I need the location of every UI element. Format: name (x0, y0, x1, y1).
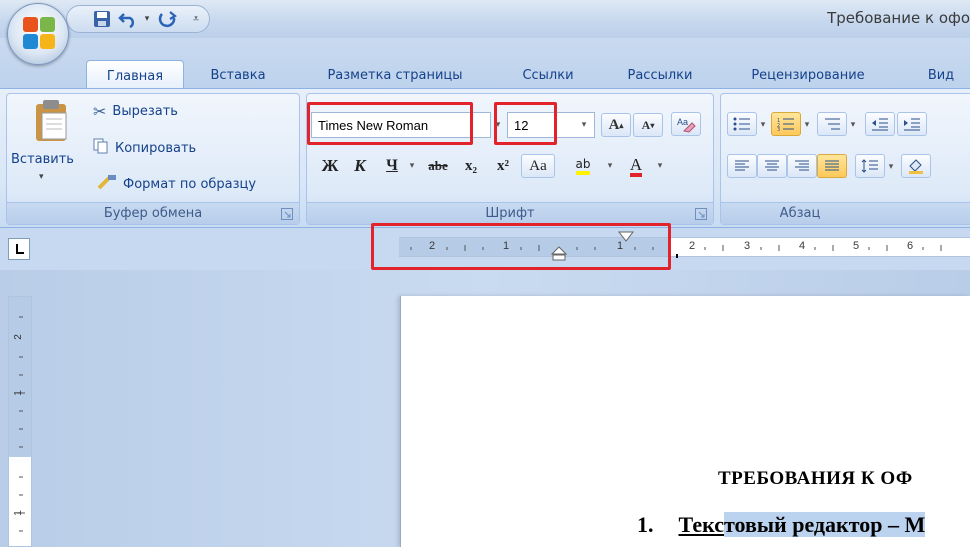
clipboard-launcher-icon[interactable] (281, 208, 293, 220)
font-name-highlight (307, 102, 473, 145)
vertical-ruler-number: 1 (13, 510, 24, 516)
tab-references[interactable]: Ссылки (500, 60, 596, 90)
tab-review[interactable]: Рецензирование (738, 60, 878, 90)
clipboard-group-label: Буфер обмена (7, 202, 299, 224)
copy-button[interactable]: Копировать (93, 138, 196, 158)
bullets-dropdown-icon[interactable]: ▾ (757, 113, 769, 137)
justify-icon[interactable] (817, 154, 847, 178)
highlight-icon: ab (575, 157, 591, 175)
window-title: Требование к офо (827, 9, 970, 27)
tab-stop-left-icon (16, 244, 24, 254)
strikethrough-button[interactable]: abe (421, 154, 455, 178)
tab-stop-selector[interactable] (8, 238, 30, 260)
tab-mailings[interactable]: Рассылки (610, 60, 710, 90)
tab-home[interactable]: Главная (86, 60, 184, 91)
font-group-label: Шрифт (307, 202, 713, 224)
svg-text:3: 3 (777, 127, 780, 131)
highlight-button[interactable]: ab (565, 154, 601, 178)
copy-label: Копировать (115, 140, 197, 156)
paste-button[interactable]: Вставить (11, 152, 74, 167)
format-painter-label: Формат по образцу (123, 176, 257, 192)
underline-dropdown-icon[interactable]: ▾ (405, 154, 419, 178)
vertical-ruler-ticks: 2 1 1 (13, 316, 25, 532)
bold-button[interactable]: Ж (311, 154, 349, 178)
paste-icon[interactable] (29, 96, 73, 146)
document-heading: ТРЕБОВАНИЯ К ОФ (718, 468, 913, 489)
cut-label: Вырезать (112, 104, 178, 119)
undo-icon[interactable] (117, 9, 139, 29)
multilevel-list-icon[interactable] (817, 112, 847, 136)
underline-button[interactable]: Ч (379, 154, 405, 178)
shading-icon[interactable] (901, 154, 931, 178)
customize-qat-icon[interactable]: ⩡ (189, 9, 203, 29)
selected-text: товый редактор – M (724, 512, 926, 537)
increase-indent-icon[interactable] (897, 112, 927, 136)
format-painter-button[interactable]: Формат по образцу (97, 174, 256, 194)
multilevel-dropdown-icon[interactable]: ▾ (847, 113, 859, 137)
svg-text:Aa: Aa (677, 117, 688, 127)
shrink-font-icon[interactable]: A ▾ (633, 113, 663, 137)
tab-view[interactable]: Вид (916, 60, 966, 90)
numbering-dropdown-icon[interactable]: ▾ (801, 113, 813, 137)
save-icon[interactable] (91, 9, 113, 29)
paragraph-group-label: Абзац (721, 202, 970, 224)
paste-dropdown-icon[interactable]: ▾ (39, 172, 44, 182)
subscript-button[interactable]: x₂ (457, 154, 485, 178)
tab-page-layout[interactable]: Разметка страницы (306, 60, 484, 90)
clear-formatting-icon[interactable]: Aa (671, 112, 701, 136)
tab-insert[interactable]: Вставка (192, 60, 284, 90)
document-list-item: 1. Текстовый редактор – M (637, 512, 926, 538)
highlight-dropdown-icon[interactable]: ▾ (603, 154, 617, 178)
font-color-dropdown-icon[interactable]: ▾ (653, 154, 667, 178)
font-size-highlight (494, 102, 557, 145)
font-size-dropdown-icon[interactable]: ▾ (575, 113, 593, 137)
change-case-button[interactable]: Aa (521, 154, 555, 178)
redo-icon[interactable] (157, 9, 179, 29)
office-button[interactable] (7, 3, 69, 65)
ribbon-panel: Вставить ▾ ✂ Вырезать Копировать Формат … (0, 88, 970, 228)
list-number: 1. (637, 512, 654, 537)
numbering-icon[interactable]: 123 (771, 112, 801, 136)
vertical-ruler-number: 2 (13, 334, 24, 340)
line-spacing-dropdown-icon[interactable]: ▾ (885, 155, 897, 179)
clipboard-group: Вставить ▾ ✂ Вырезать Копировать Формат … (6, 93, 300, 225)
line-text-start: Текс (678, 512, 725, 537)
ruler-highlight (371, 223, 671, 270)
paragraph-group: ▾ 123 ▾ ▾ ▾ Абзац (720, 93, 970, 225)
vertical-ruler[interactable]: 2 1 1 (8, 296, 32, 547)
font-color-button[interactable]: A (621, 154, 651, 178)
decrease-indent-icon[interactable] (865, 112, 895, 136)
copy-icon (93, 138, 109, 158)
document-page[interactable] (400, 296, 970, 547)
align-right-icon[interactable] (787, 154, 817, 178)
vertical-ruler-number: 1 (13, 390, 24, 396)
format-painter-icon (97, 174, 117, 194)
italic-button[interactable]: К (347, 154, 373, 178)
office-logo-icon (23, 17, 55, 49)
align-center-icon[interactable] (757, 154, 787, 178)
align-left-icon[interactable] (727, 154, 757, 178)
scissors-icon: ✂ (93, 102, 107, 121)
undo-dropdown-icon[interactable]: ▾ (141, 9, 153, 29)
quick-access-toolbar: ▾ ⩡ (66, 5, 210, 33)
ribbon-tab-bar: Главная Вставка Разметка страницы Ссылки… (0, 38, 970, 91)
cut-button[interactable]: ✂ Вырезать (93, 102, 178, 121)
grow-font-icon[interactable]: A ▴ (601, 113, 631, 137)
font-launcher-icon[interactable] (695, 208, 707, 220)
title-bar: ▾ ⩡ Требование к офо (0, 0, 970, 38)
bullets-icon[interactable] (727, 112, 757, 136)
line-spacing-icon[interactable] (855, 154, 885, 178)
paragraph-group-label-text: Абзац (779, 206, 821, 221)
superscript-button[interactable]: x² (489, 154, 517, 178)
font-color-icon: A (629, 156, 643, 177)
